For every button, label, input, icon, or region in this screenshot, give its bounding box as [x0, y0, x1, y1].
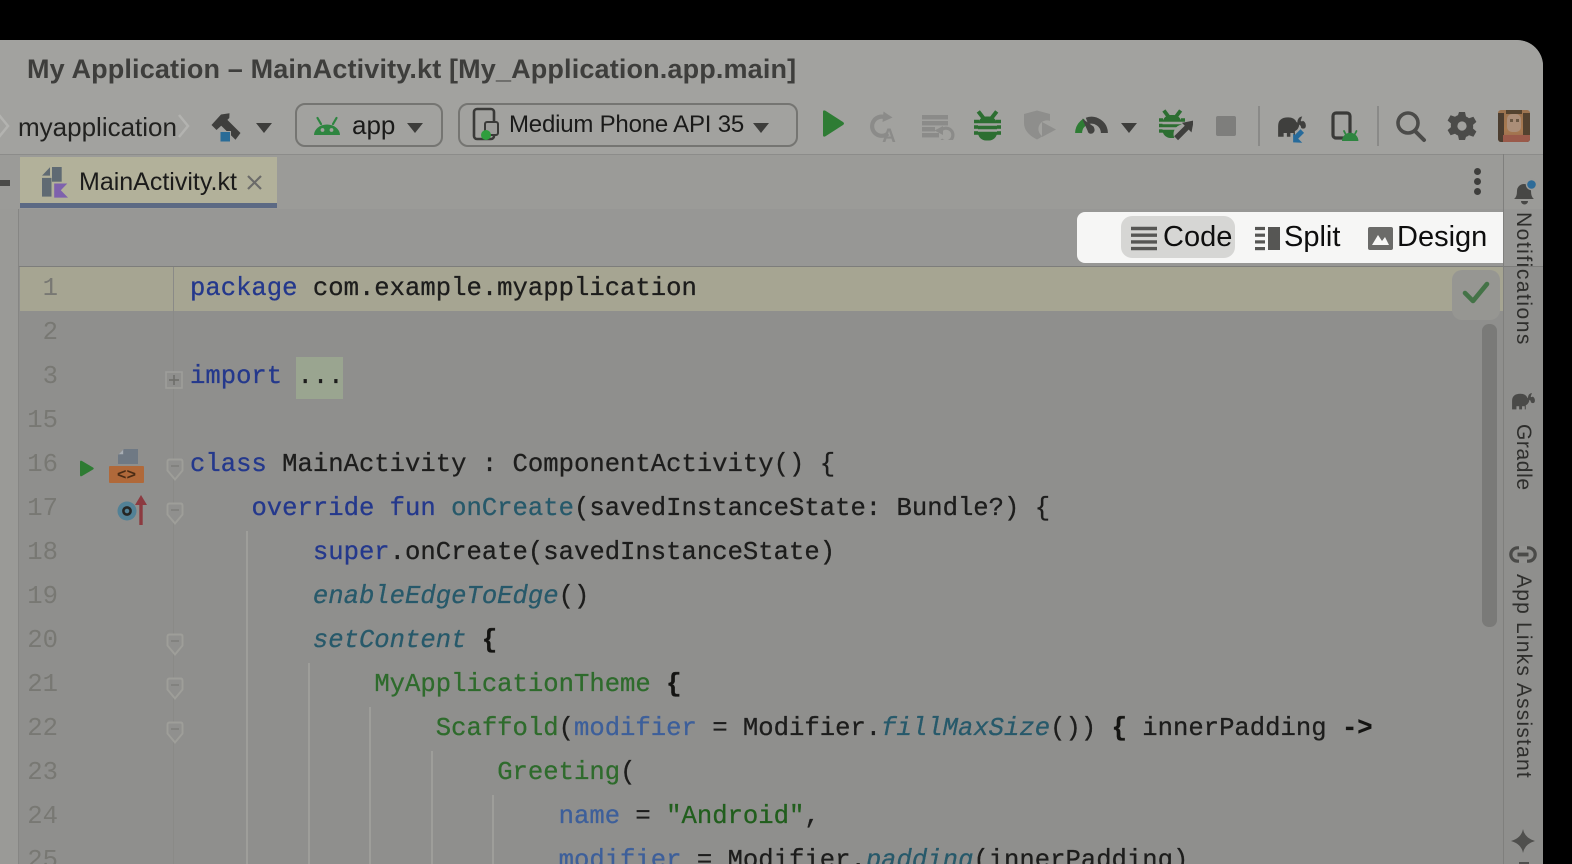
svg-text:A: A: [882, 126, 896, 142]
svg-text:<>: <>: [117, 467, 136, 485]
